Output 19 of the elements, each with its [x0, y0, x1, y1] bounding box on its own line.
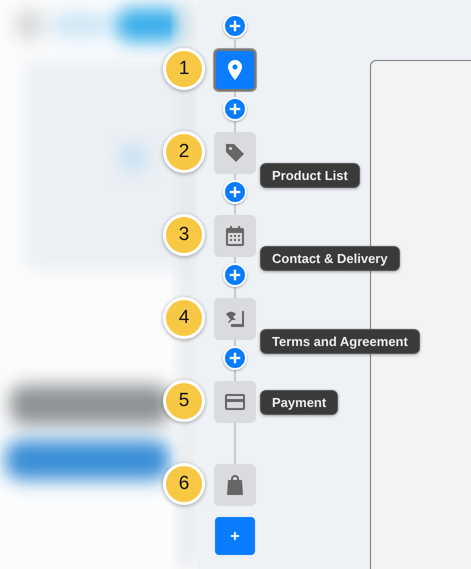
step-button[interactable]	[214, 215, 256, 257]
step-tooltip: Payment	[260, 390, 338, 415]
insert-step-button[interactable]	[223, 263, 247, 287]
plus-icon	[228, 529, 242, 543]
step-tooltip: Product List	[260, 163, 360, 188]
add-step-button[interactable]	[215, 517, 255, 555]
insert-step-button[interactable]	[223, 346, 247, 370]
insert-step-button[interactable]	[223, 97, 247, 121]
step-button[interactable]	[214, 49, 256, 91]
tag-icon	[223, 141, 247, 165]
calendar-icon	[223, 224, 247, 248]
step-tooltip: Terms and Agreement	[260, 329, 420, 354]
insert-step-button[interactable]	[223, 14, 247, 38]
step-button[interactable]	[214, 381, 256, 423]
insert-step-button[interactable]	[223, 180, 247, 204]
step-button[interactable]	[214, 132, 256, 174]
step-button[interactable]	[214, 464, 256, 506]
step-tooltip: Contact & Delivery	[260, 246, 400, 271]
step-button[interactable]	[214, 298, 256, 340]
